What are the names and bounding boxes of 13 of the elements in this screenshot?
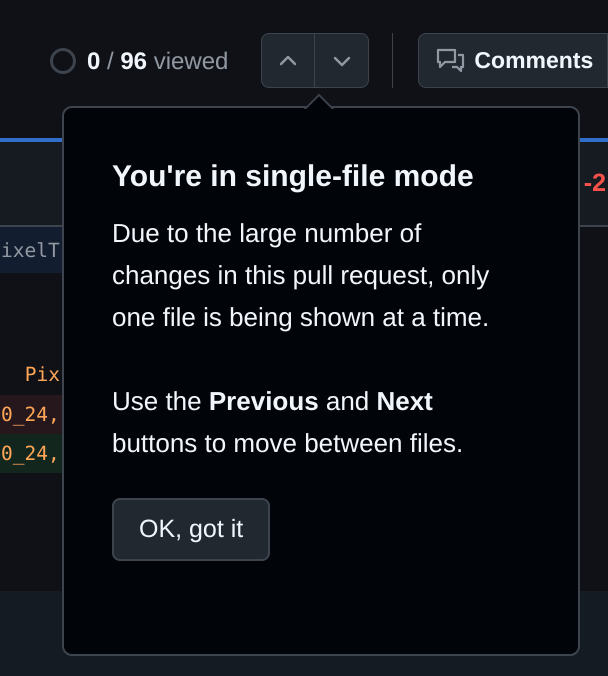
popover-title: You're in single-file mode: [112, 160, 475, 194]
previous-file-button[interactable]: [261, 33, 316, 88]
popover-text: Due to the large number of changes in this pull request, only one file is being shown at a time.: [112, 217, 490, 334]
next-file-button[interactable]: [315, 33, 370, 88]
popover-text: Use the Previous and Next buttons to move between files.: [112, 385, 464, 460]
code-line: Pix: [24, 362, 61, 388]
ok-button[interactable]: OK, got it: [112, 498, 270, 561]
progress-ring-icon: [49, 47, 77, 75]
viewed-count: 0 / 96 viewed: [86, 48, 228, 76]
hunk-header: ixelT: [0, 227, 62, 273]
deletions-count: -2: [584, 169, 606, 198]
comments-icon: [436, 46, 466, 74]
comments-button[interactable]: Comments: [418, 33, 608, 88]
